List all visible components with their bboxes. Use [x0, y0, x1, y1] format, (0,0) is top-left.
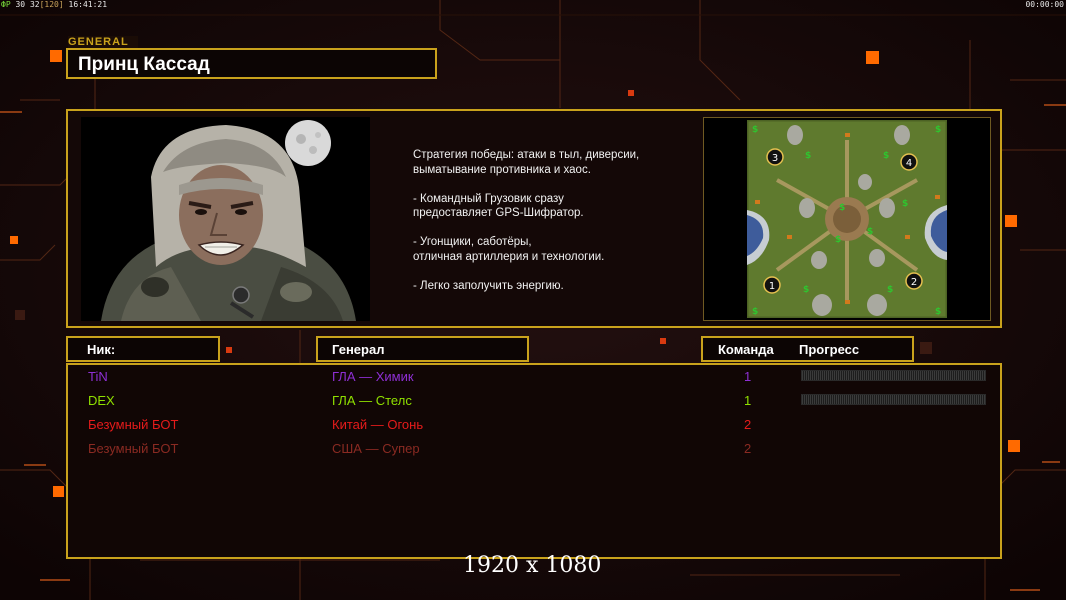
start-position-1: 1	[769, 281, 775, 292]
general-tag: GENERAL	[68, 36, 138, 48]
fps-label: ФР	[1, 0, 11, 9]
player-general: США — Супер	[332, 441, 420, 456]
strategy-description: Стратегия победы: атаки в тыл, диверсии,…	[413, 148, 693, 308]
fps-counter: ФР 30 32[120] 16:41:21	[1, 0, 107, 9]
header-team-label: Команда	[718, 342, 774, 357]
player-progress-bar	[801, 394, 986, 405]
players-panel: TiN ГЛА — Химик 1 DEX ГЛА — Стелс 1 Безумный Б…	[66, 363, 1002, 559]
map-preview-frame: $ $ $ $ $ $ $ $ $ $ $ $ 3 4 1 2	[703, 117, 991, 321]
strategy-line-2: - Командный Грузовик сразу предоставляет…	[413, 192, 584, 220]
start-position-4: 4	[906, 158, 912, 169]
player-team: 1	[744, 369, 752, 384]
svg-text:$: $	[835, 235, 841, 245]
player-general: ГЛА — Химик	[332, 369, 414, 384]
general-portrait	[81, 117, 370, 321]
svg-text:$: $	[935, 125, 941, 135]
game-timer: 00:00:00	[1025, 0, 1064, 9]
player-nick: TiN	[88, 369, 108, 384]
svg-text:$: $	[752, 307, 758, 317]
player-row: TiN ГЛА — Химик 1	[68, 367, 1004, 389]
general-name: Принц Кассад	[78, 54, 210, 75]
svg-text:$: $	[752, 125, 758, 135]
fps-value-2: 32	[29, 0, 40, 9]
map-preview: $ $ $ $ $ $ $ $ $ $ $ $ 3 4 1 2	[747, 120, 947, 318]
start-position-2: 2	[911, 277, 917, 288]
player-general: Китай — Огонь	[332, 417, 424, 432]
general-title-box: Принц Кассад	[66, 48, 437, 79]
strategy-line-3: - Угонщики, саботёры, отличная артиллери…	[413, 236, 605, 263]
header-nick: Ник:	[66, 336, 220, 362]
header-general: Генерал	[316, 336, 529, 362]
player-team: 2	[744, 417, 752, 432]
header-team-progress: Команда Прогресс	[701, 336, 914, 362]
strategy-line-4: - Легко заполучить энергию.	[413, 279, 564, 292]
svg-text:$: $	[803, 285, 809, 295]
svg-text:$: $	[902, 199, 908, 209]
player-progress-bar	[801, 370, 986, 381]
fps-value: 30	[15, 0, 26, 9]
svg-text:$: $	[805, 151, 811, 161]
player-nick: DEX	[88, 393, 115, 408]
fps-cap: [120]	[39, 0, 64, 9]
start-position-3: 3	[772, 153, 778, 164]
svg-text:$: $	[839, 203, 845, 213]
header-progress-label: Прогресс	[799, 342, 860, 357]
player-row: DEX ГЛА — Стелс 1	[68, 391, 1004, 413]
clock: 16:41:21	[68, 0, 108, 9]
player-team: 2	[744, 441, 752, 456]
player-row: Безумный БОТ Китай — Огонь 2	[68, 415, 1004, 437]
svg-text:$: $	[883, 151, 889, 161]
player-general: ГЛА — Стелс	[332, 393, 412, 408]
resolution-label: 1920 x 1080	[463, 553, 602, 578]
strategy-line-1: Стратегия победы: атаки в тыл, диверсии,…	[413, 149, 640, 176]
svg-text:$: $	[867, 227, 873, 237]
player-nick: Безумный БОТ	[88, 417, 179, 432]
player-row: Безумный БОТ США — Супер 2	[68, 439, 1004, 461]
header-general-label: Генерал	[332, 342, 385, 357]
svg-text:$: $	[887, 285, 893, 295]
svg-text:$: $	[935, 307, 941, 317]
player-nick: Безумный БОТ	[88, 441, 179, 456]
header-nick-label: Ник:	[87, 342, 116, 357]
player-team: 1	[744, 393, 752, 408]
